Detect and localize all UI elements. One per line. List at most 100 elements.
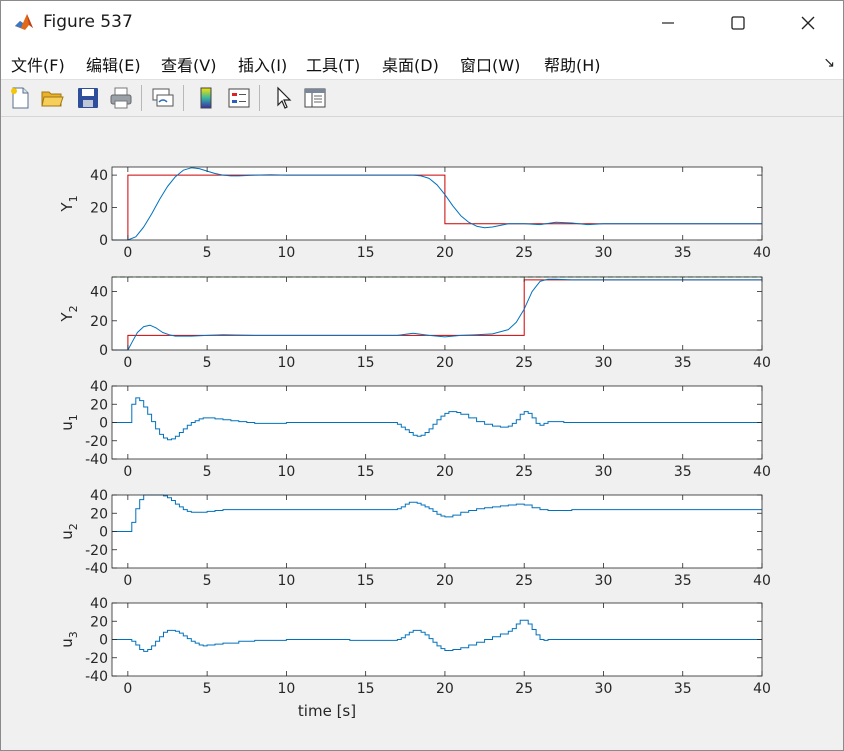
- y-tick-label: 0: [99, 233, 108, 249]
- y-axis-label-subscript: 2: [67, 523, 80, 530]
- new-figure-button[interactable]: [6, 84, 34, 112]
- y-tick-label: -20: [85, 543, 108, 559]
- axes-5[interactable]: 0 5 10 15 20 25 30 35 40 -40 -20 0 20 40 u3 time [s]: [58, 596, 771, 720]
- x-tick-label: 40: [753, 464, 771, 480]
- open-file-button[interactable]: [38, 84, 66, 112]
- legend-icon: [228, 88, 250, 108]
- y-axis-label: Y2: [58, 305, 80, 322]
- y-tick-label: 0: [99, 343, 108, 359]
- x-tick-label: 40: [753, 681, 771, 697]
- y-tick-label: 20: [90, 506, 108, 522]
- window-title: Figure 537: [43, 12, 133, 32]
- menu-edit[interactable]: 编辑(E): [86, 52, 141, 76]
- toolbar-separator: [141, 85, 142, 111]
- x-tick-label: 40: [753, 355, 771, 371]
- menu-desktop[interactable]: 桌面(D): [382, 52, 439, 76]
- menu-file[interactable]: 文件(F): [11, 52, 65, 76]
- x-axis-label: time [s]: [298, 702, 356, 720]
- y-axis-label: u2: [58, 523, 80, 540]
- x-tick-label: 15: [357, 681, 375, 697]
- menu-bar: 文件(F) 编辑(E) 查看(V) 插入(I) 工具(T) 桌面(D) 窗口(W…: [1, 45, 843, 80]
- axes-2[interactable]: 0 5 10 15 20 25 30 35 40 0 20 40 Y2: [58, 276, 771, 371]
- menu-view[interactable]: 查看(V): [161, 52, 216, 76]
- save-button[interactable]: [74, 84, 102, 112]
- colorbar-button[interactable]: [192, 84, 220, 112]
- x-tick-label: 10: [277, 681, 295, 697]
- maximize-icon: [731, 16, 745, 30]
- y-tick-label: -20: [85, 434, 108, 450]
- x-tick-label: 25: [515, 355, 533, 371]
- title-bar: Figure 537: [1, 1, 843, 45]
- y-axis-label: u3: [58, 631, 80, 648]
- y-axis-label-subscript: 3: [67, 631, 80, 638]
- x-tick-label: 5: [203, 681, 212, 697]
- colorbar-icon: [200, 87, 212, 109]
- y-tick-label: 40: [90, 488, 108, 504]
- menu-insert[interactable]: 插入(I): [238, 52, 287, 76]
- minimize-button[interactable]: [633, 1, 703, 45]
- axes-4[interactable]: 0 5 10 15 20 25 30 35 40 -40 -20 0 20 40 u2: [58, 488, 771, 589]
- x-tick-label: 10: [277, 355, 295, 371]
- y-axis-label-subscript: 1: [67, 195, 80, 202]
- x-tick-label: 30: [595, 681, 613, 697]
- edit-plot-pointer-icon: [277, 86, 292, 109]
- x-tick-label: 25: [515, 245, 533, 261]
- x-tick-label: 5: [203, 355, 212, 371]
- y-tick-label: 20: [90, 614, 108, 630]
- print-button[interactable]: [107, 84, 135, 112]
- edit-plot-button[interactable]: [269, 84, 297, 112]
- print-icon: [110, 87, 132, 109]
- menu-window[interactable]: 窗口(W): [460, 52, 520, 76]
- minimize-icon: [662, 22, 674, 24]
- y-tick-label: 0: [99, 525, 108, 541]
- x-tick-label: 30: [595, 573, 613, 589]
- y-tick-label: 40: [90, 379, 108, 395]
- x-tick-label: 40: [753, 245, 771, 261]
- x-tick-label: 35: [674, 681, 692, 697]
- x-tick-label: 25: [515, 464, 533, 480]
- x-tick-label: 40: [753, 573, 771, 589]
- axes-3[interactable]: 0 5 10 15 20 25 30 35 40 -40 -20 0 20 40 u1: [58, 379, 771, 480]
- y-tick-label: -40: [85, 561, 108, 577]
- x-tick-label: 35: [674, 573, 692, 589]
- menu-help[interactable]: 帮助(H): [544, 52, 601, 76]
- x-tick-label: 25: [515, 573, 533, 589]
- axes-1[interactable]: 0 5 10 15 20 25 30 35 40 0 20 40 Y1: [58, 166, 771, 261]
- figure-canvas[interactable]: 0 5 10 15 20 25 30 35 40 0 20 40 Y1 0 5 10 15 20 25 30 35 40 0…: [5, 119, 841, 747]
- menu-tools[interactable]: 工具(T): [306, 52, 360, 76]
- axes-background: [112, 495, 762, 568]
- x-tick-label: 10: [277, 245, 295, 261]
- x-tick-label: 25: [515, 681, 533, 697]
- dock-arrow-icon[interactable]: ↘: [823, 55, 835, 71]
- x-tick-label: 20: [436, 245, 454, 261]
- legend-button[interactable]: [225, 84, 253, 112]
- open-file-icon: [41, 91, 64, 107]
- x-tick-label: 30: [595, 355, 613, 371]
- x-tick-label: 35: [674, 245, 692, 261]
- x-tick-label: 15: [357, 573, 375, 589]
- property-inspector-button[interactable]: [301, 84, 329, 112]
- y-tick-label: 20: [90, 314, 108, 330]
- link-plot-button[interactable]: [149, 84, 177, 112]
- figure-window: Figure 537 文件(F) 编辑(E) 查看(V) 插入(I) 工具(T)…: [0, 0, 844, 751]
- axes-background: [112, 277, 762, 350]
- x-tick-label: 0: [123, 245, 132, 261]
- toolbar-separator: [259, 85, 260, 111]
- x-tick-label: 35: [674, 355, 692, 371]
- x-tick-label: 0: [123, 681, 132, 697]
- axes-background: [112, 167, 762, 240]
- y-axis-label-subscript: 1: [67, 414, 80, 421]
- x-tick-label: 20: [436, 355, 454, 371]
- x-tick-label: 30: [595, 464, 613, 480]
- property-inspector-icon: [304, 88, 326, 108]
- x-tick-label: 5: [203, 573, 212, 589]
- x-tick-label: 0: [123, 355, 132, 371]
- y-axis-label: u1: [58, 414, 80, 431]
- y-tick-label: 40: [90, 596, 108, 612]
- matlab-icon: [14, 12, 34, 32]
- y-axis-label-subscript: 2: [67, 305, 80, 312]
- close-button[interactable]: [773, 1, 843, 45]
- link-plot-icon: [152, 88, 174, 107]
- maximize-button[interactable]: [703, 1, 773, 45]
- toolbar-separator: [183, 85, 184, 111]
